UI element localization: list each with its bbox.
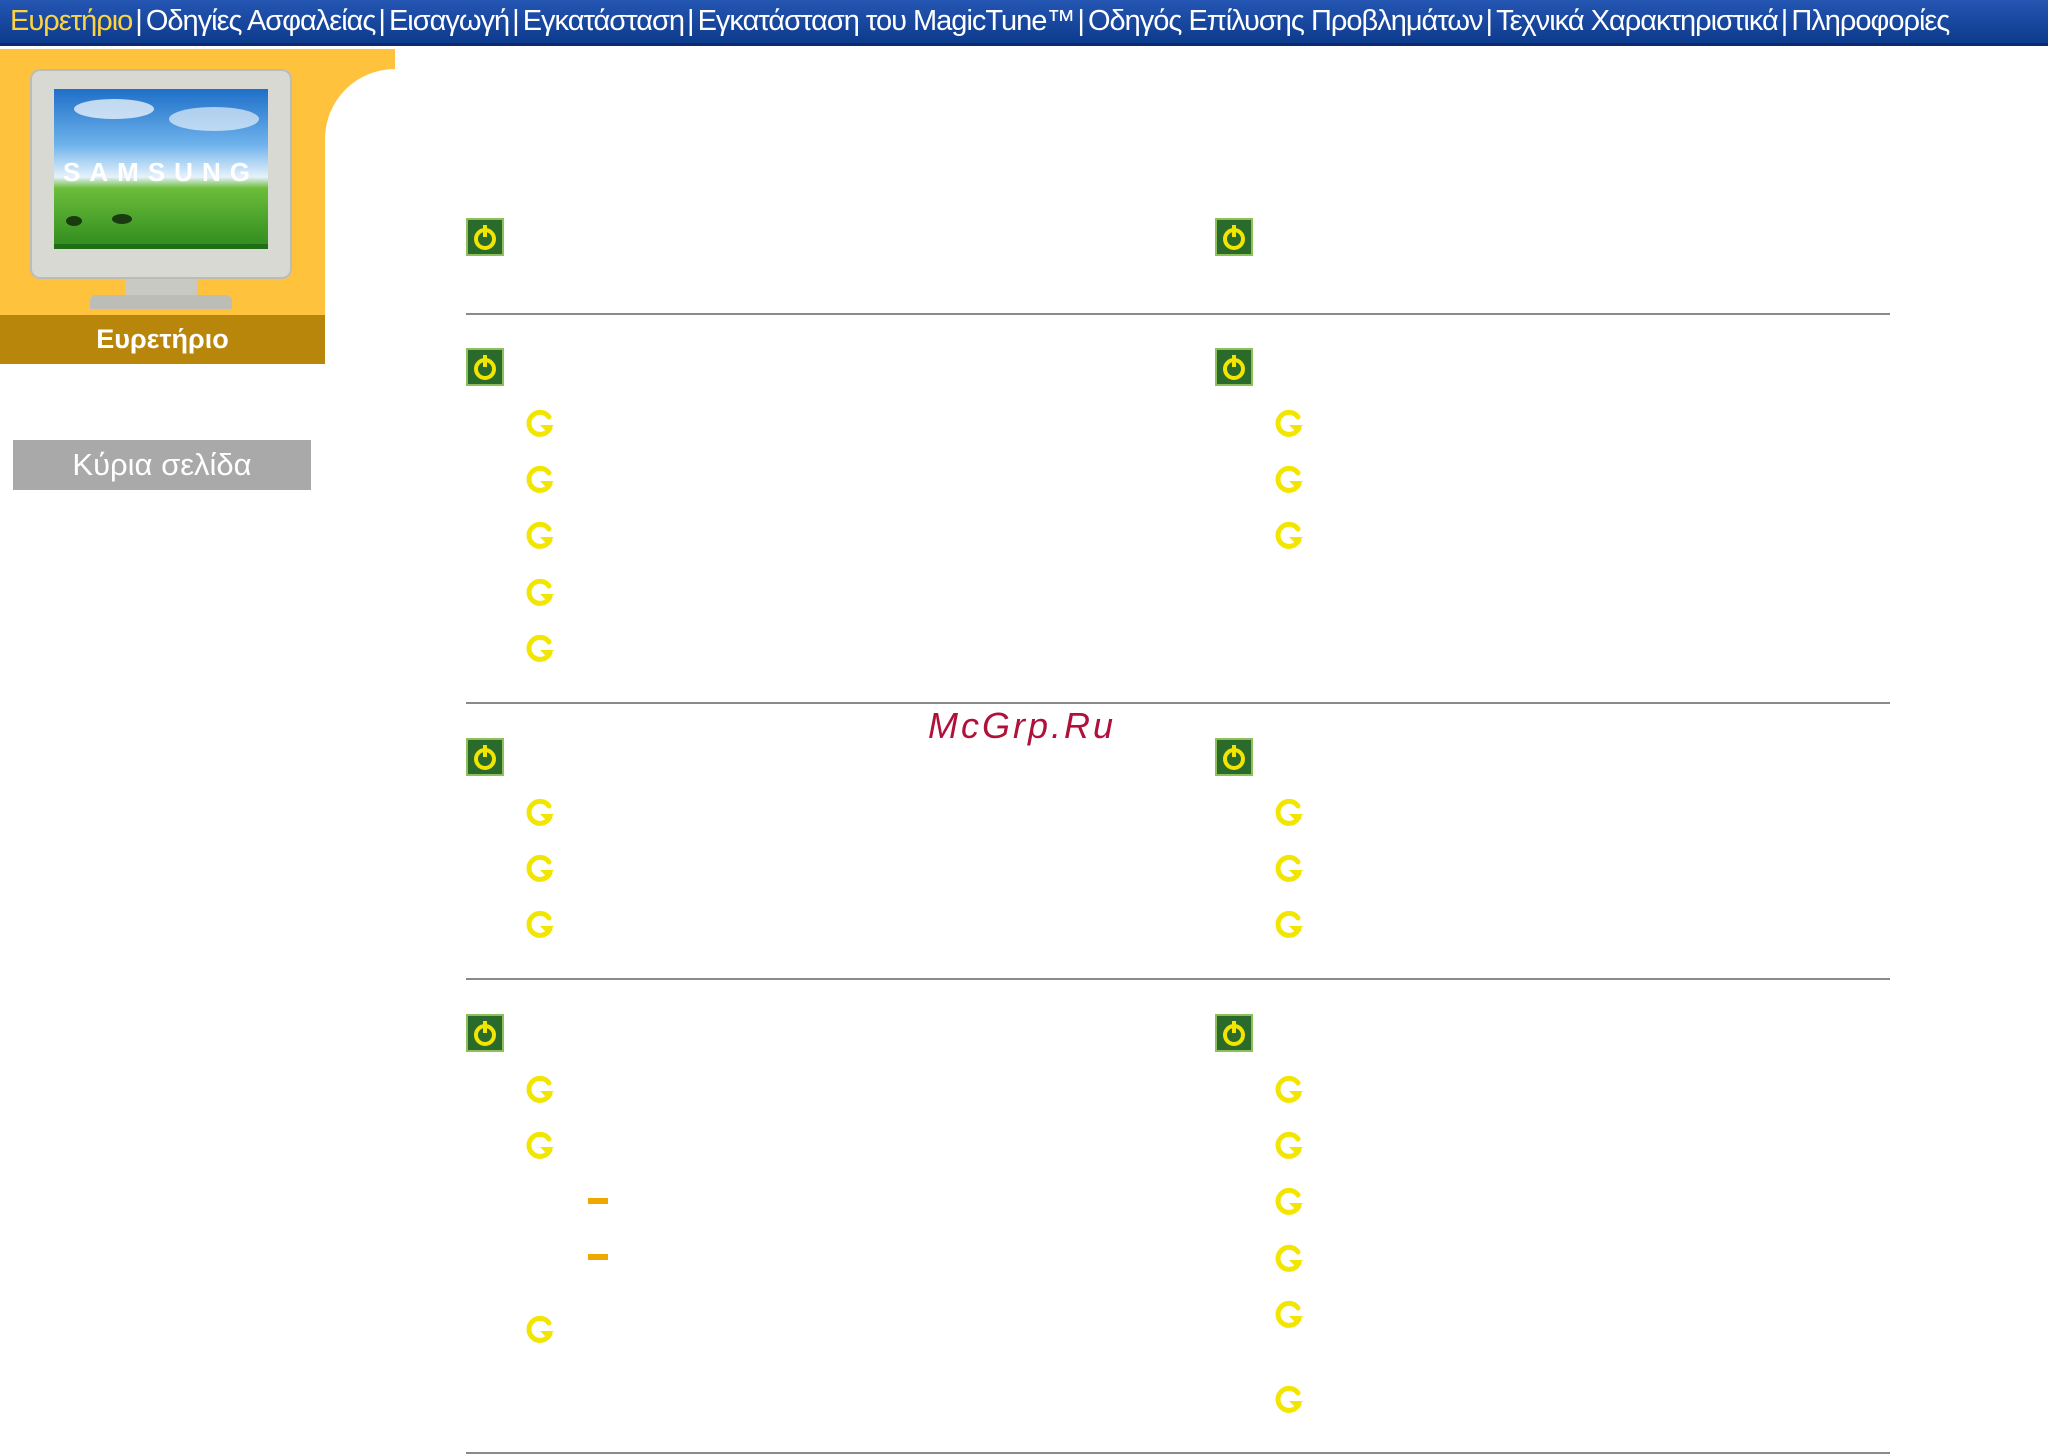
circular-arrow-icon[interactable]: [523, 853, 557, 885]
circular-arrow-icon[interactable]: [1272, 1074, 1306, 1106]
circular-arrow-icon[interactable]: [523, 464, 557, 496]
dash-icon: [588, 1254, 608, 1260]
watermark: McGrp.Ru: [928, 705, 1117, 746]
circular-arrow-icon[interactable]: [1272, 853, 1306, 885]
circular-arrow-icon[interactable]: [1272, 797, 1306, 829]
section-divider: [466, 702, 1890, 704]
monitor-base: [90, 295, 232, 309]
nav-separator: |: [378, 5, 386, 37]
circular-arrow-icon[interactable]: [523, 633, 557, 665]
monitor-screen: SAMSUNG: [54, 89, 268, 249]
circular-arrow-icon[interactable]: [1272, 1243, 1306, 1275]
circular-arrow-icon[interactable]: [523, 1314, 557, 1346]
nav-item-1[interactable]: Ευρετήριο: [10, 5, 133, 38]
circular-arrow-icon[interactable]: [1272, 1299, 1306, 1331]
circular-arrow-icon[interactable]: [1272, 520, 1306, 552]
power-icon[interactable]: [466, 1014, 504, 1052]
circular-arrow-icon[interactable]: [1272, 464, 1306, 496]
power-icon[interactable]: [1215, 738, 1253, 776]
sidebar: SAMSUNG Ευρετήριο: [0, 49, 465, 369]
power-icon[interactable]: [1215, 348, 1253, 386]
nav-separator: |: [687, 5, 695, 37]
circular-arrow-icon[interactable]: [1272, 1130, 1306, 1162]
circular-arrow-icon[interactable]: [523, 1074, 557, 1106]
circular-arrow-icon[interactable]: [523, 577, 557, 609]
power-icon[interactable]: [466, 738, 504, 776]
nav-item-5[interactable]: Εγκατάσταση του MagicTune™: [698, 5, 1076, 38]
circular-arrow-icon[interactable]: [1272, 1384, 1306, 1416]
circular-arrow-icon[interactable]: [523, 520, 557, 552]
power-icon[interactable]: [466, 218, 504, 256]
power-icon[interactable]: [1215, 218, 1253, 256]
circular-arrow-icon[interactable]: [1272, 408, 1306, 440]
nav-item-3[interactable]: Εισαγωγή: [389, 5, 510, 38]
monitor-case: SAMSUNG: [30, 69, 292, 279]
nav-separator: |: [1485, 5, 1494, 37]
circular-arrow-icon[interactable]: [1272, 1186, 1306, 1218]
nav-separator: |: [1780, 5, 1789, 37]
section-divider: [466, 313, 1890, 315]
nav-item-6[interactable]: Οδηγός Επίλυσης Προβλημάτων: [1088, 5, 1484, 38]
power-icon[interactable]: [466, 348, 504, 386]
nav-separator: |: [512, 5, 520, 37]
circular-arrow-icon[interactable]: [523, 1130, 557, 1162]
top-navigation: Ευρετήριο | Οδηγίες Ασφαλείας | Εισαγωγή | Εγκ…: [0, 0, 2048, 46]
nav-item-7[interactable]: Τεχνικά Χαρακτηριστικά: [1496, 5, 1779, 38]
section-divider: [466, 978, 1890, 980]
nav-separator: |: [1077, 5, 1085, 37]
dash-icon: [588, 1198, 608, 1204]
sidebar-title: Ευρετήριο: [0, 315, 325, 364]
home-button[interactable]: Κύρια σελίδα: [13, 440, 311, 490]
samsung-logo: SAMSUNG: [63, 157, 259, 187]
circular-arrow-icon[interactable]: [523, 408, 557, 440]
circular-arrow-icon[interactable]: [523, 909, 557, 941]
nav-item-4[interactable]: Εγκατάσταση: [523, 5, 685, 38]
power-icon[interactable]: [1215, 1014, 1253, 1052]
nav-separator: |: [135, 5, 143, 37]
nav-item-8[interactable]: Πληροφορίες: [1791, 5, 1950, 38]
sidebar-curve-cutout: [325, 69, 465, 369]
circular-arrow-icon[interactable]: [523, 797, 557, 829]
section-divider: [466, 1452, 1890, 1454]
monitor-image: SAMSUNG: [30, 69, 292, 309]
nav-item-2[interactable]: Οδηγίες Ασφαλείας: [146, 5, 377, 38]
circular-arrow-icon[interactable]: [1272, 909, 1306, 941]
